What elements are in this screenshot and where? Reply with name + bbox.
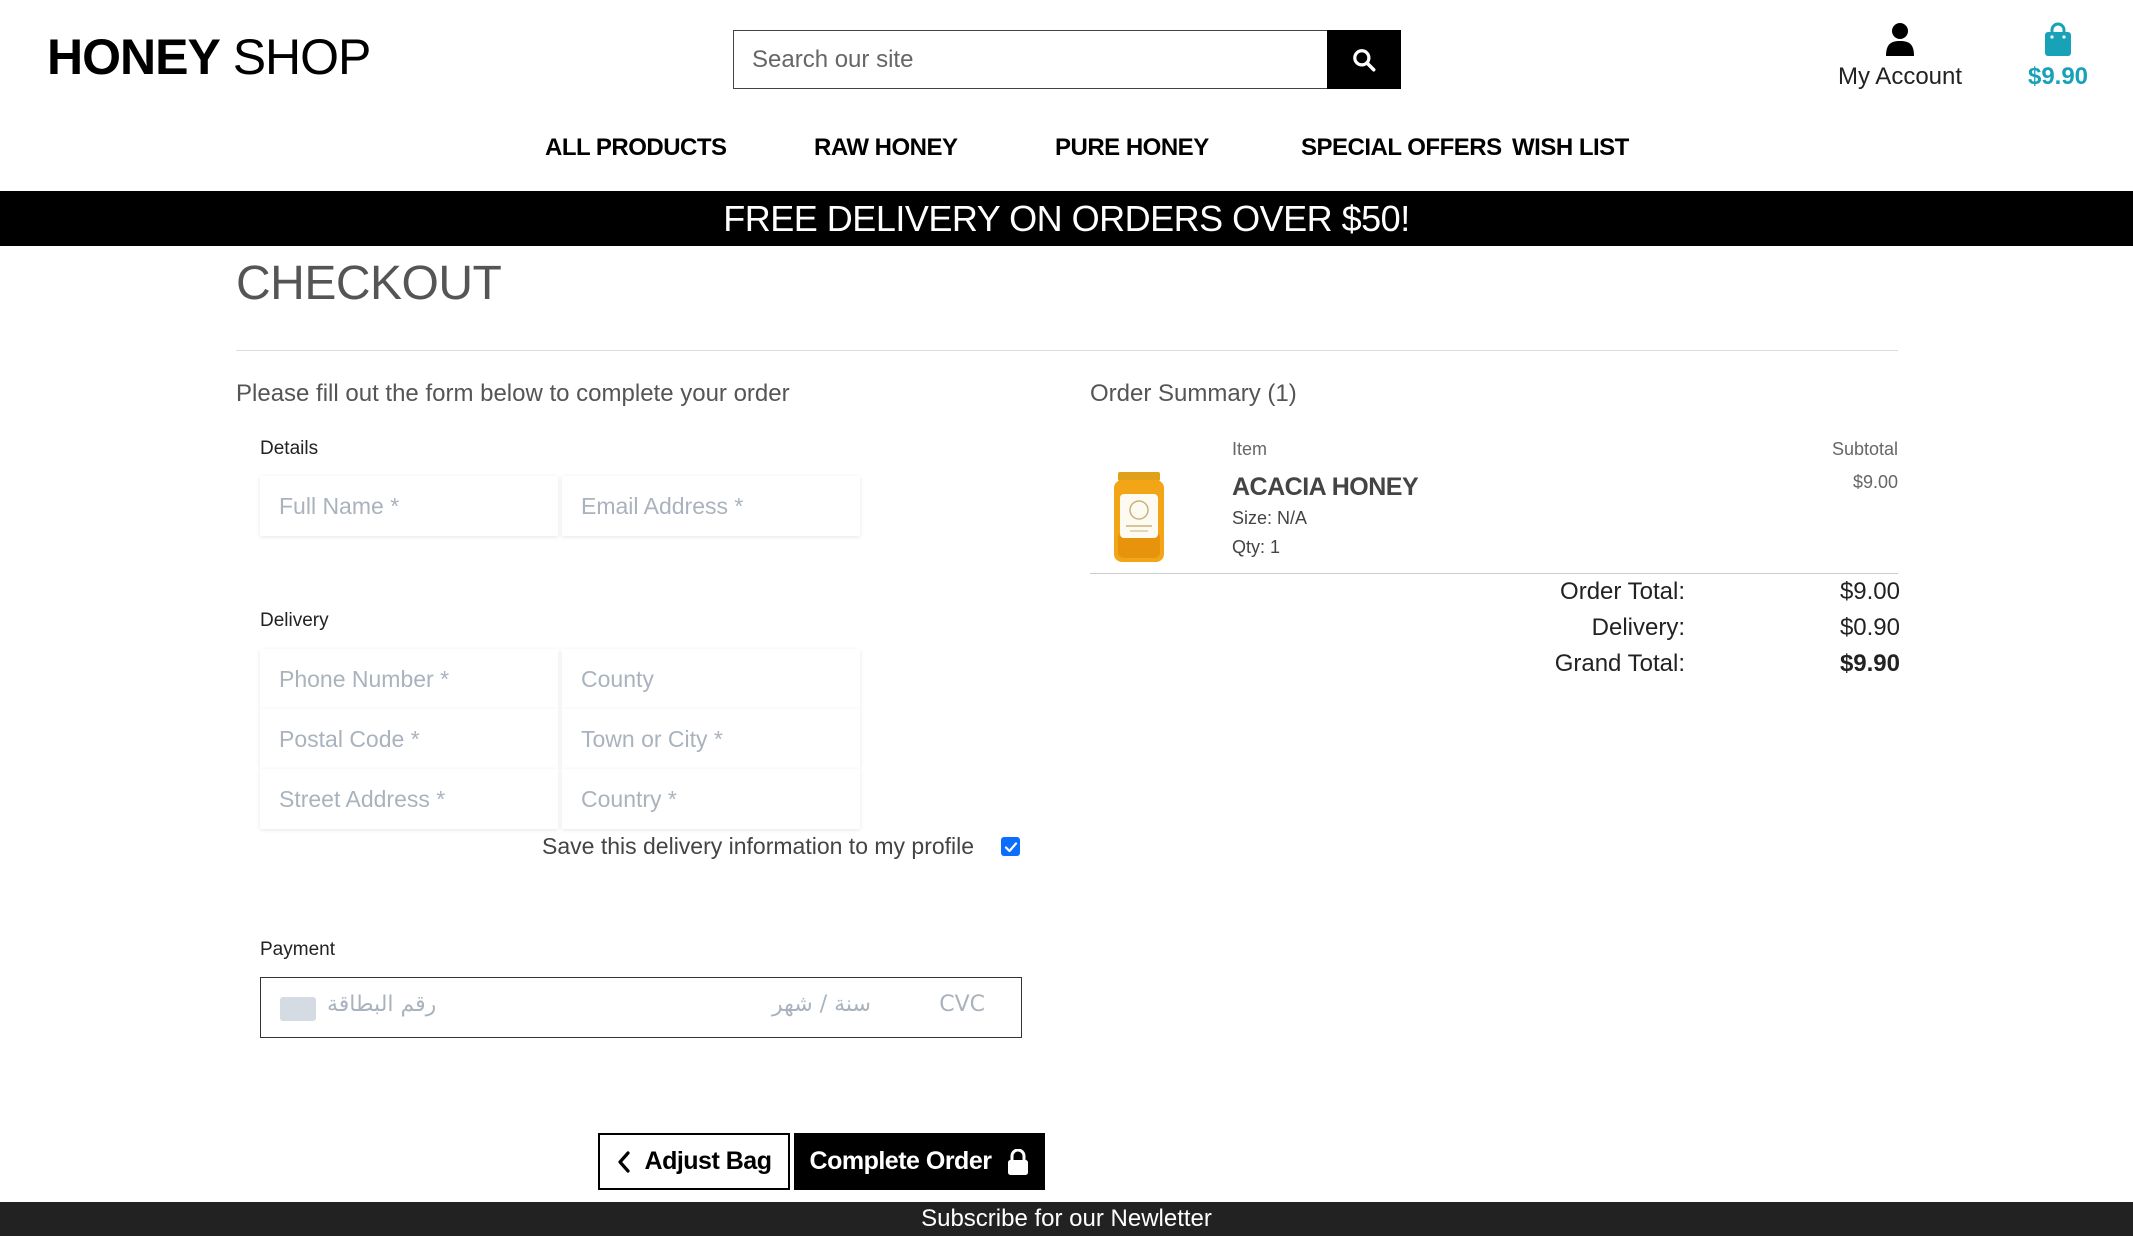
card-cvc-placeholder: CVC (939, 992, 985, 1017)
delivery-legend: Delivery (260, 610, 329, 631)
lock-icon (1008, 1148, 1029, 1175)
subtotal-column-header: Subtotal (1831, 439, 1898, 459)
nav-pure-honey[interactable]: PURE HONEY (1055, 134, 1209, 162)
summary-divider (1090, 573, 1898, 574)
delivery-cost-label: Delivery: (1591, 614, 1685, 641)
adjust-bag-label: Adjust Bag (644, 1147, 772, 1175)
details-legend: Details (260, 438, 319, 459)
page-title: CHECKOUT (236, 257, 502, 310)
shopping-bag-icon (2045, 22, 2071, 56)
user-icon (1886, 23, 1914, 56)
title-divider (236, 350, 1898, 351)
country-field[interactable] (562, 769, 860, 829)
email-field[interactable] (562, 476, 860, 536)
card-number-placeholder: رقم البطاقة (327, 992, 437, 1017)
credit-card-icon (280, 997, 316, 1021)
complete-order-label: Complete Order (809, 1147, 992, 1175)
product-size: Size: N/A (1232, 508, 1308, 528)
item-column-header: Item (1232, 439, 1268, 459)
bag-total: $9.90 (2027, 63, 2089, 90)
payment-legend: Payment (260, 939, 335, 960)
order-total-value: $9.00 (1839, 578, 1900, 605)
newsletter-text[interactable]: Subscribe for our Newletter (921, 1205, 1212, 1233)
nav-wish-list[interactable]: WISH LIST (1512, 134, 1629, 162)
my-account-link[interactable]: My Account (1836, 22, 1964, 91)
full-name-field[interactable] (260, 476, 558, 536)
product-subtotal: $9.00 (1852, 472, 1898, 492)
site-logo[interactable]: HONEY SHOP (47, 28, 372, 86)
street-address-field[interactable] (260, 769, 558, 829)
delivery-cost-value: $0.90 (1839, 614, 1900, 641)
complete-order-button[interactable]: Complete Order (794, 1133, 1045, 1190)
checkmark-icon (1004, 841, 1017, 852)
nav-raw-honey[interactable]: RAW HONEY (814, 134, 958, 162)
card-expiry-placeholder: سنة / شهر (772, 992, 871, 1017)
product-qty: Qty: 1 (1232, 537, 1281, 557)
postal-code-field[interactable] (260, 709, 558, 769)
grand-total-value: $9.90 (1839, 650, 1900, 677)
search-input[interactable] (733, 30, 1327, 89)
chevron-left-icon (617, 1150, 630, 1173)
product-name: ACACIA HONEY (1232, 473, 1419, 501)
main-nav: ALL PRODUCTS RAW HONEY PURE HONEY SPECIA… (0, 134, 2133, 166)
newsletter-footer: Subscribe for our Newletter (0, 1202, 2133, 1236)
save-info-checkbox[interactable] (1001, 837, 1020, 856)
town-city-field[interactable] (562, 709, 860, 769)
grand-total-label: Grand Total: (1554, 650, 1685, 677)
save-info-label: Save this delivery information to my pro… (542, 833, 975, 859)
logo-text-bold: HONEY (47, 29, 221, 85)
phone-field[interactable] (260, 649, 558, 709)
card-element[interactable]: رقم البطاقة سنة / شهر CVC (260, 977, 1022, 1038)
delivery-banner: FREE DELIVERY ON ORDERS OVER $50! (0, 191, 2133, 246)
nav-special-offers[interactable]: SPECIAL OFFERS (1301, 134, 1502, 162)
search-bar (733, 30, 1401, 89)
search-button[interactable] (1327, 30, 1401, 89)
product-image (1114, 472, 1164, 562)
nav-all-products[interactable]: ALL PRODUCTS (545, 134, 727, 162)
order-total-label: Order Total: (1560, 578, 1685, 605)
adjust-bag-button[interactable]: Adjust Bag (598, 1133, 790, 1190)
shopping-bag-link[interactable]: $9.90 (2020, 22, 2096, 91)
logo-text-light: SHOP (219, 29, 372, 85)
county-field[interactable] (562, 649, 860, 709)
delivery-banner-text: FREE DELIVERY ON ORDERS OVER $50! (723, 197, 1410, 239)
search-icon (1353, 48, 1376, 71)
form-intro: Please fill out the form below to comple… (236, 380, 790, 407)
my-account-label: My Account (1837, 63, 1963, 90)
order-summary-title: Order Summary (1) (1090, 380, 1297, 407)
